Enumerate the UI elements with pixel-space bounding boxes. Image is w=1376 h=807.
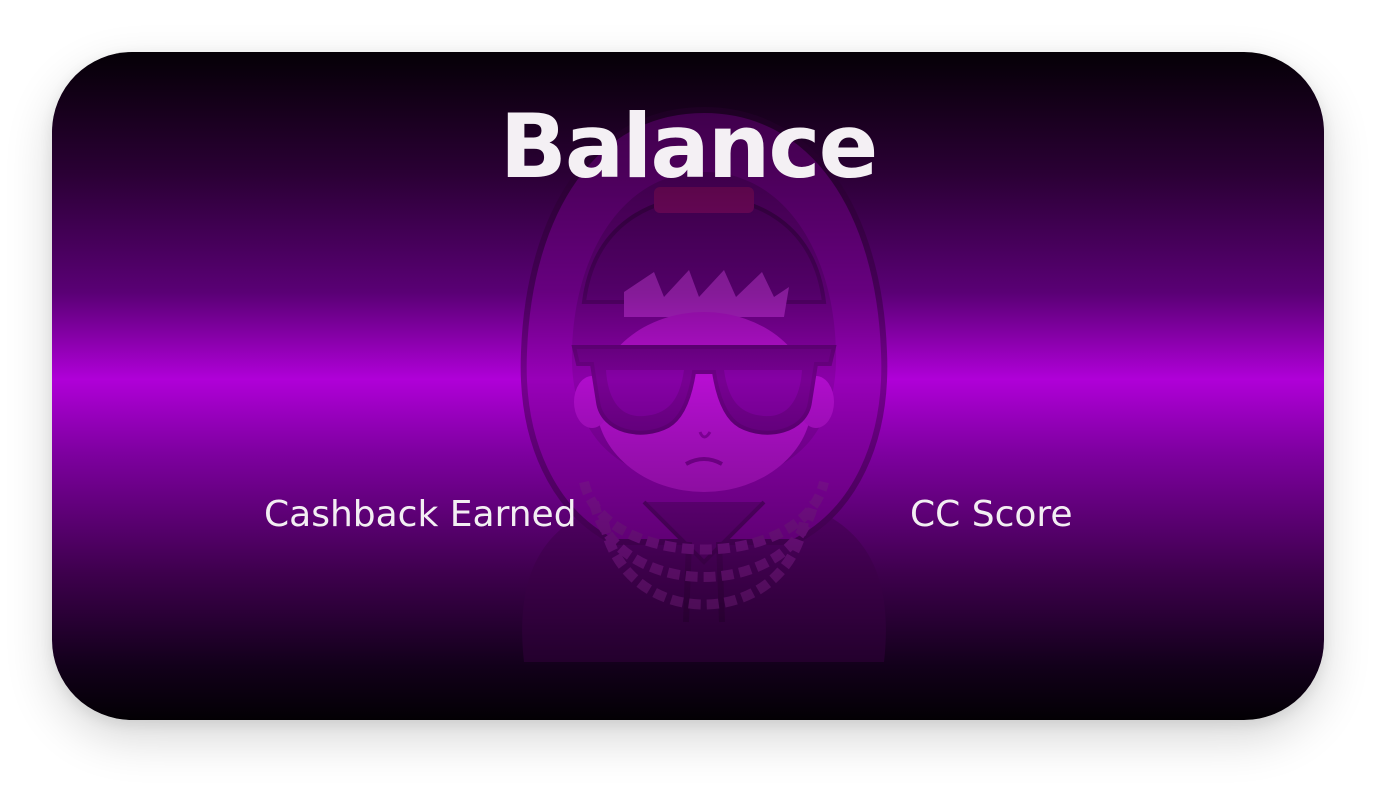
- cc-score-label: CC Score: [910, 494, 1073, 535]
- balance-card: Balance Cashback Earned CC Score: [52, 52, 1324, 720]
- balance-title: Balance: [499, 95, 879, 198]
- cashback-earned-label: Cashback Earned: [264, 494, 577, 535]
